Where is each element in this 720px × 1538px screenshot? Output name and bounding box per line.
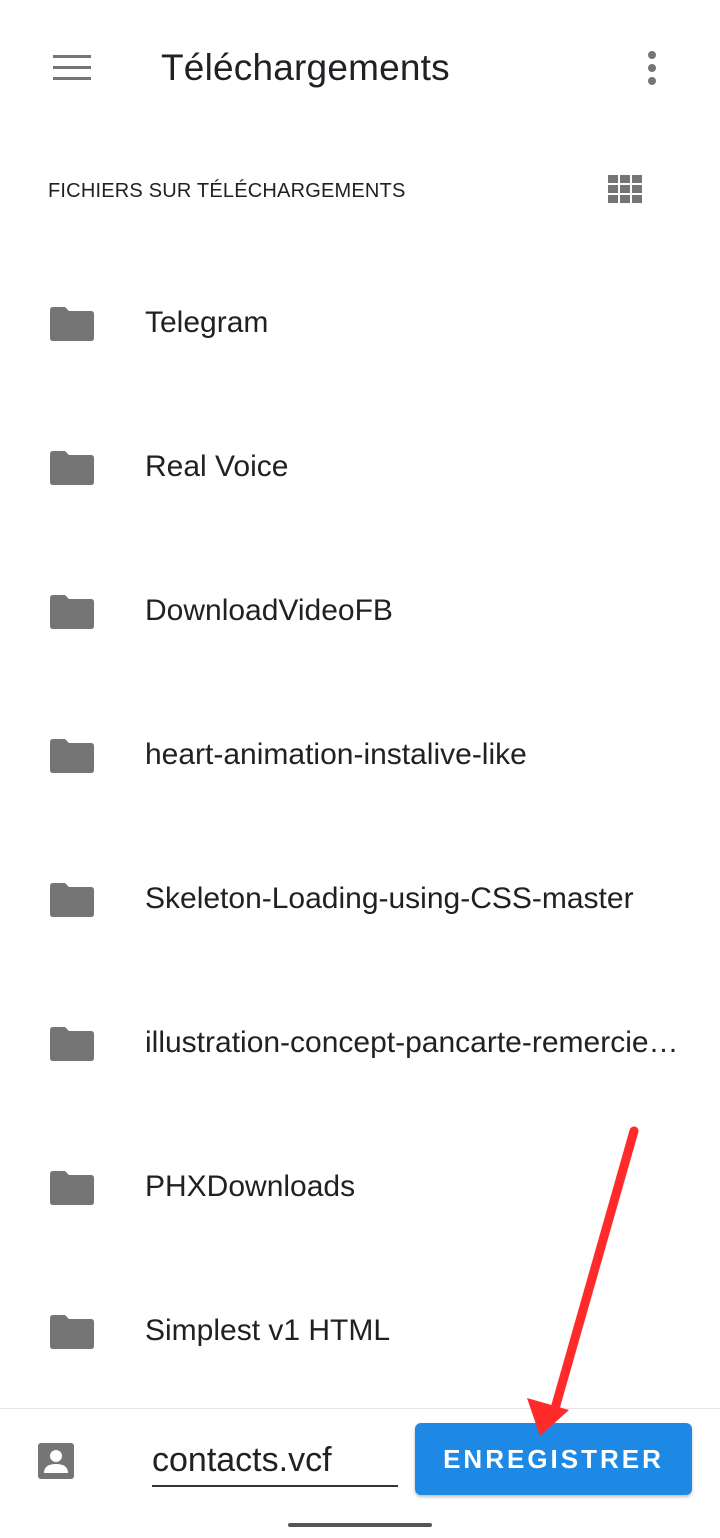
folder-icon [50,451,94,485]
folder-icon [50,595,94,629]
folder-name: Real Voice [145,450,289,483]
section-header: FICHIERS SUR TÉLÉCHARGEMENTS [48,180,406,202]
page-title: Téléchargements [161,47,450,88]
folder-icon [50,739,94,773]
app-bar: Téléchargements [0,0,720,136]
menu-button[interactable] [36,32,108,104]
save-bar: contacts.vcf ENREGISTRER [0,1408,720,1538]
folder-item[interactable]: DownloadVideoFB [0,539,720,683]
folder-icon [50,883,94,917]
grid-view-button[interactable] [596,160,654,218]
folder-name: illustration-concept-pancarte-remercieme… [145,1026,687,1059]
folder-item[interactable]: Skeleton-Loading-using-CSS-master [0,827,720,971]
folder-name: Telegram [145,306,269,339]
contact-card-icon [38,1443,74,1479]
filename-input[interactable]: contacts.vcf [152,1439,398,1487]
gesture-nav-handle[interactable] [288,1523,432,1527]
folder-item[interactable]: Real Voice [0,395,720,539]
folder-item[interactable]: illustration-concept-pancarte-remercieme… [0,971,720,1115]
more-options-button[interactable] [616,32,688,104]
grid-view-icon [608,175,642,203]
folder-item[interactable]: PHXDownloads [0,1115,720,1259]
folder-name: DownloadVideoFB [145,594,393,627]
folder-name: heart-animation-instalive-like [145,738,527,771]
folder-name: Skeleton-Loading-using-CSS-master [145,882,634,915]
folder-item[interactable]: Simplest v1 HTML [0,1259,720,1403]
folder-icon [50,1027,94,1061]
save-button[interactable]: ENREGISTRER [415,1423,692,1495]
folder-item[interactable]: Telegram [0,251,720,395]
folder-item[interactable]: heart-animation-instalive-like [0,683,720,827]
folder-icon [50,307,94,341]
folder-name: PHXDownloads [145,1170,356,1203]
more-vert-icon [648,51,656,85]
folder-icon [50,1171,94,1205]
folder-name: Simplest v1 HTML [145,1314,391,1347]
folder-icon [50,1315,94,1349]
hamburger-menu-icon [53,55,91,80]
folder-list: Telegram Real Voice DownloadVideoFB hear… [0,251,720,1403]
